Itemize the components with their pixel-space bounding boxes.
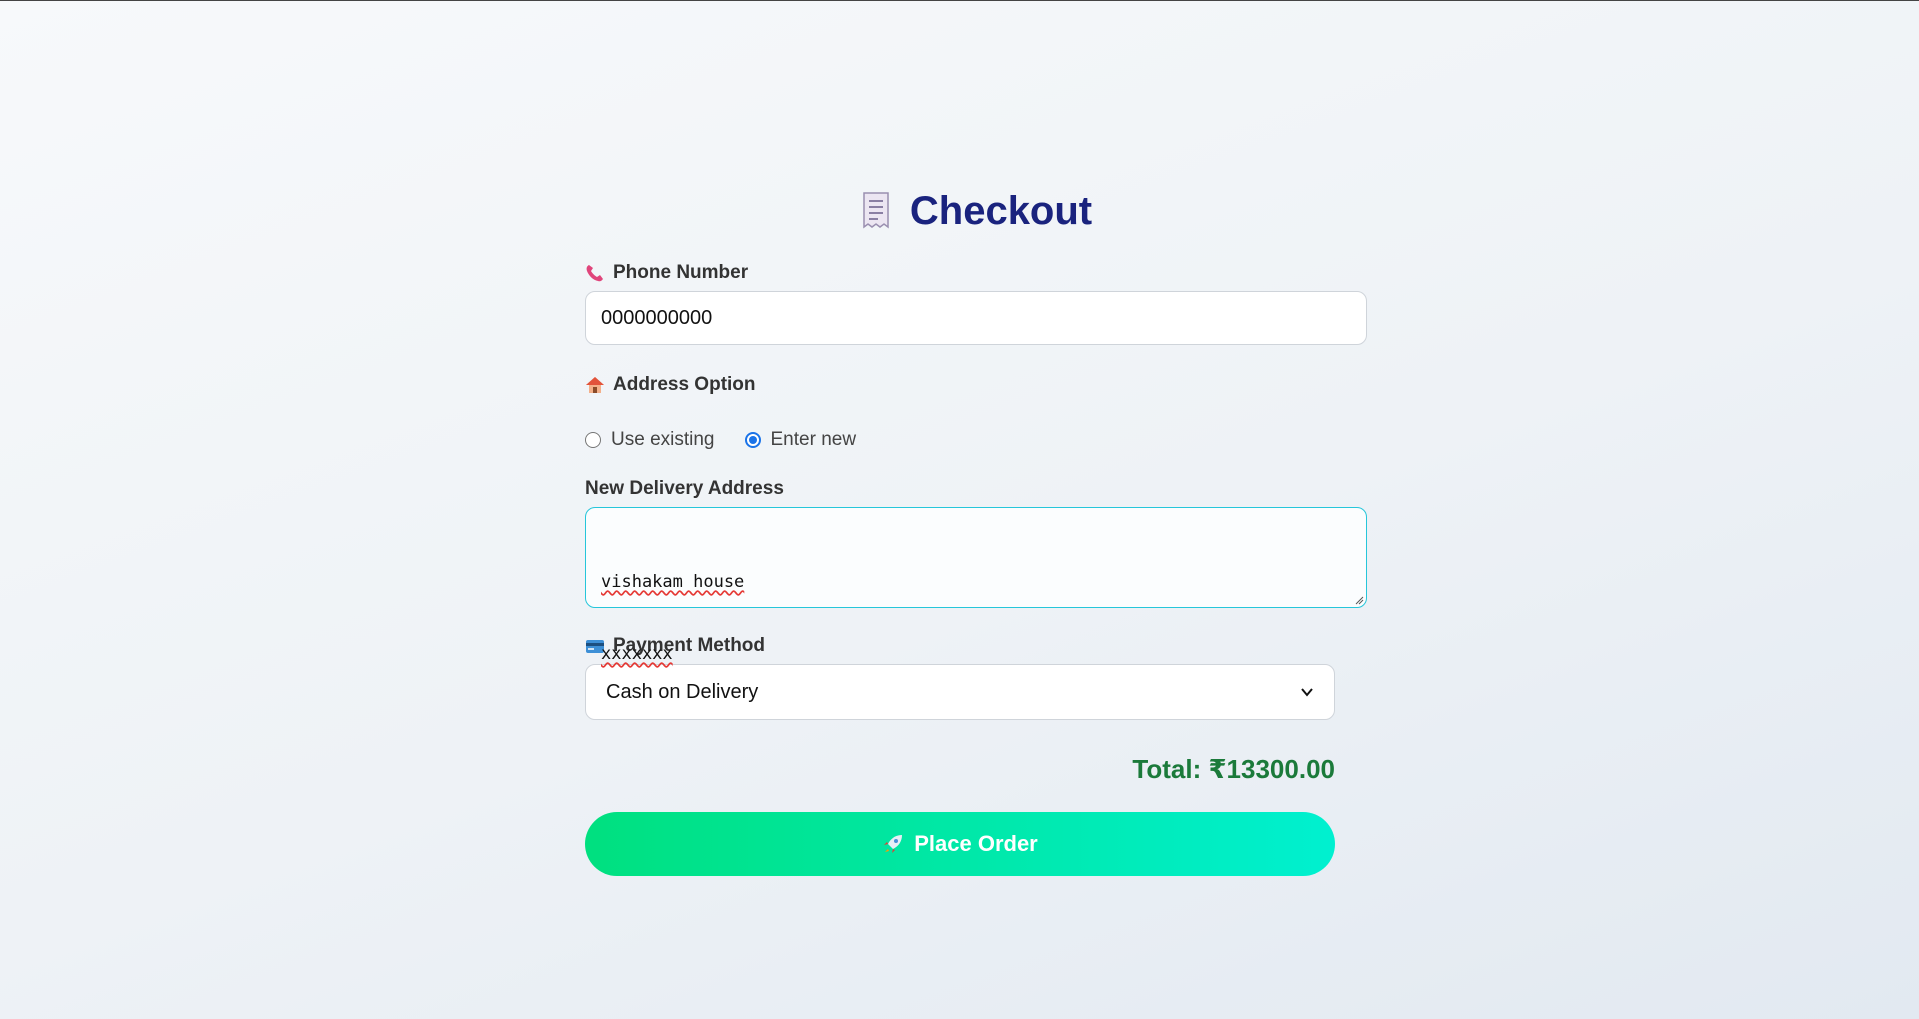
rocket-icon — [884, 835, 903, 853]
phone-input[interactable] — [585, 291, 1367, 345]
radio-button[interactable] — [744, 432, 761, 448]
new-address-label-text: New Delivery Address — [585, 478, 784, 499]
radio-use-existing[interactable]: Use existing — [585, 429, 715, 451]
place-order-button[interactable]: Place Order — [585, 812, 1335, 876]
address-option-label: Address Option — [585, 373, 1367, 397]
address-word: xxxxxxx — [601, 644, 673, 664]
radio-use-existing-label: Use existing — [611, 429, 715, 450]
address-textarea[interactable]: vishakam house xxxxxxx — [585, 507, 1367, 664]
resize-grip-icon[interactable] — [1354, 595, 1364, 605]
address-word: vishakam house — [601, 572, 745, 592]
house-icon — [586, 377, 604, 393]
address-line: xxxxxxx — [601, 642, 1351, 666]
new-address-label: New Delivery Address — [585, 477, 1367, 501]
page-title: Checkout — [585, 181, 1367, 241]
checkout-form: Checkout Phone Number Address Option Use… — [585, 181, 1367, 876]
place-order-label: Place Order — [914, 831, 1038, 856]
address-line: vishakam house — [601, 570, 1351, 594]
radio-enter-new-label: Enter new — [770, 429, 857, 450]
phone-label-text: Phone Number — [613, 262, 749, 283]
address-option-label-text: Address Option — [613, 374, 756, 395]
address-option-group: Use existing Enter new — [585, 427, 1367, 453]
radio-button[interactable] — [585, 432, 601, 448]
phone-label: Phone Number — [585, 261, 1367, 285]
radio-enter-new[interactable]: Enter new — [744, 429, 857, 451]
order-total: Total: ₹13300.00 — [1132, 754, 1335, 784]
telephone-icon — [586, 265, 603, 282]
page-title-text: Checkout — [909, 188, 1093, 233]
receipt-icon — [863, 192, 889, 229]
